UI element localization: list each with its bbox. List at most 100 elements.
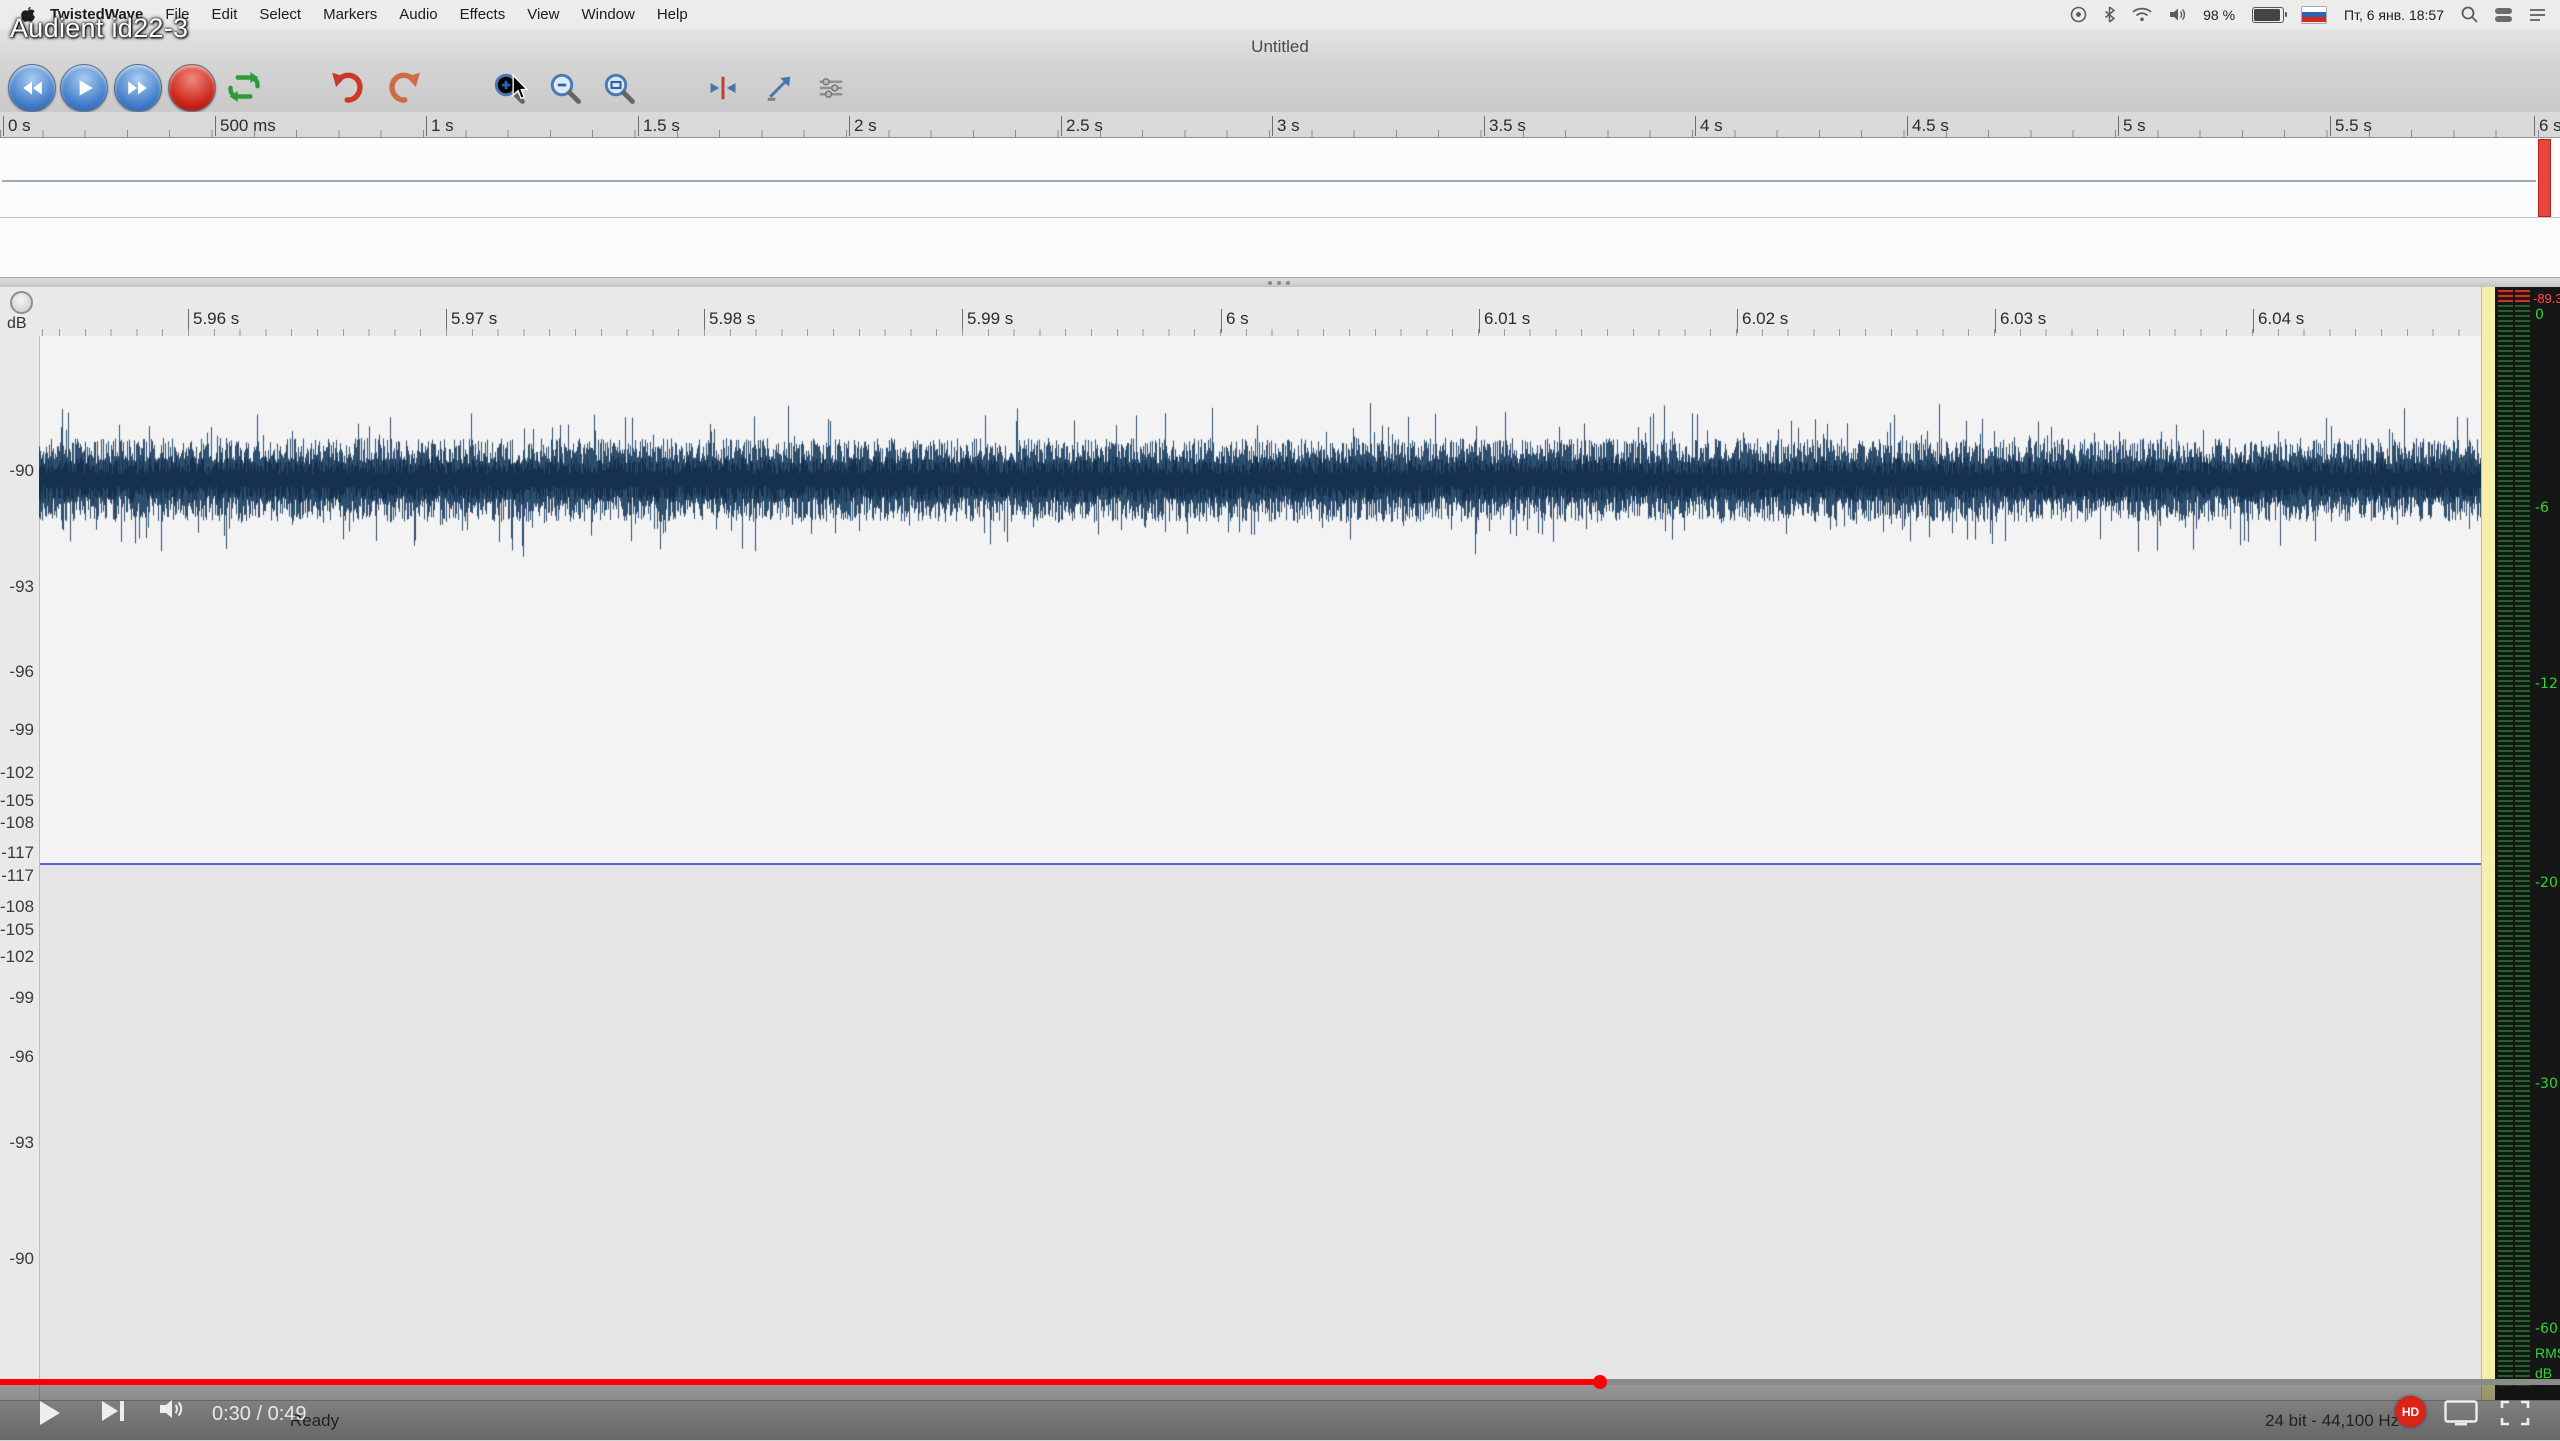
meter-mode-label[interactable]: RMS xyxy=(2535,1345,2560,1361)
meter-peak-zone xyxy=(2515,290,2530,302)
ruler-tick-label: 5.98 s xyxy=(704,309,755,333)
ruler-tick-label: 6.01 s xyxy=(1479,309,1530,333)
menu-item-window[interactable]: Window xyxy=(570,6,645,23)
wifi-icon[interactable] xyxy=(2132,7,2152,22)
zoom-out-button[interactable] xyxy=(543,66,587,110)
ruler-tick-label: 4 s xyxy=(1695,116,1723,136)
menu-item-view[interactable]: View xyxy=(516,6,570,23)
rewind-button[interactable] xyxy=(8,64,56,112)
vertical-zoom-button[interactable] xyxy=(704,69,742,107)
selection-cursor-strip[interactable] xyxy=(2481,287,2496,1400)
video-play-button[interactable] xyxy=(40,1401,60,1425)
record-button[interactable] xyxy=(168,64,216,112)
fast-forward-button[interactable] xyxy=(114,64,162,112)
ruler-tick-label: 500 ms xyxy=(215,116,276,136)
db-scale-label: -117 xyxy=(0,843,34,863)
meter-scale-label: -30 xyxy=(2535,1076,2558,1092)
db-scale-label: -93 xyxy=(0,577,34,597)
db-scale-label: -102 xyxy=(0,763,34,783)
rewind-icon xyxy=(19,75,45,101)
display-settings-button[interactable] xyxy=(812,69,850,107)
control-center-icon[interactable] xyxy=(2495,8,2512,22)
db-scale-label: -90 xyxy=(0,1249,34,1269)
overview-waveform-strip[interactable] xyxy=(0,138,2560,278)
ruler-tick-label: 6.02 s xyxy=(1737,309,1788,333)
window-title: Untitled xyxy=(1251,37,1309,57)
meter-scale-label: 0 xyxy=(2535,307,2544,323)
db-scale-label: -99 xyxy=(0,988,34,1008)
menu-item-audio[interactable]: Audio xyxy=(388,6,448,23)
zoom-out-icon xyxy=(547,70,583,106)
ruler-tick-label: 5 s xyxy=(2118,116,2146,136)
splitter-handle-dots xyxy=(1268,281,1272,285)
meter-peak-zone xyxy=(2498,290,2513,302)
bluetooth-icon[interactable] xyxy=(2104,6,2115,23)
overview-waveform-line xyxy=(2,180,2536,182)
redo-button[interactable] xyxy=(382,65,426,109)
db-scale-label: -108 xyxy=(0,813,34,833)
level-meter: -89.3 0-6-12-20-30-60 RMS dB xyxy=(2495,287,2560,1400)
video-volume-icon[interactable] xyxy=(158,1397,188,1421)
video-next-button[interactable] xyxy=(102,1401,118,1421)
db-scale-label: -96 xyxy=(0,1047,34,1067)
meter-peak-readout: -89.3 xyxy=(2533,291,2560,306)
db-scale-gutter: -90-93-96-99-102-105-108-117-117-108-105… xyxy=(0,287,37,1400)
db-scale-label: -96 xyxy=(0,662,34,682)
video-current-time: 0:30 xyxy=(212,1403,251,1425)
waveform-center-line xyxy=(40,863,2482,865)
ruler-tick-label: 1 s xyxy=(426,116,454,136)
battery-icon xyxy=(2252,7,2284,23)
screen-share-icon[interactable] xyxy=(2444,1400,2478,1426)
toolbar: +0 dB 00'06"04800'00"000 ! xyxy=(0,62,2560,112)
ruler-tick-label: 5.99 s xyxy=(962,309,1013,333)
screen-mirroring-icon[interactable] xyxy=(2070,6,2087,23)
menu-item-select[interactable]: Select xyxy=(248,6,312,23)
ruler-tick-label: 4.5 s xyxy=(1907,116,1949,136)
undo-button[interactable] xyxy=(326,65,370,109)
ruler-tick-label: 6.04 s xyxy=(2253,309,2304,333)
meter-scale-label: -12 xyxy=(2535,676,2558,692)
ruler-tick-label: 0 s xyxy=(3,116,31,136)
overview-timeline-ruler[interactable]: 0 s500 ms1 s1.5 s2 s2.5 s3 s3.5 s4 s4.5 … xyxy=(0,112,2560,138)
menu-bar-status: 98 % Пт, 6 янв. 18:57 xyxy=(2070,6,2560,24)
main-timeline-ruler[interactable]: 5.96 s5.97 s5.98 s5.99 s6 s6.01 s6.02 s6… xyxy=(39,307,2481,337)
meter-scale-label: -60 xyxy=(2535,1321,2558,1337)
macos-menu-bar: TwistedWaveFileEditSelectMarkersAudioEff… xyxy=(0,0,2560,30)
ruler-tick-label: 2.5 s xyxy=(1061,116,1103,136)
video-quality-badge[interactable]: HD xyxy=(2395,1396,2426,1427)
video-progress-played xyxy=(0,1379,1600,1385)
display-settings-icon xyxy=(816,73,846,103)
menu-item-effects[interactable]: Effects xyxy=(449,6,517,23)
overview-channel-divider xyxy=(0,217,2560,218)
play-button[interactable] xyxy=(60,64,108,112)
menu-item-help[interactable]: Help xyxy=(646,6,699,23)
play-icon xyxy=(71,75,97,101)
ruler-tick-label: 5.5 s xyxy=(2330,116,2372,136)
ruler-tick-label: 2 s xyxy=(849,116,877,136)
db-scale-label: -105 xyxy=(0,920,34,940)
video-progress-bar[interactable] xyxy=(0,1379,2560,1385)
ruler-tick-label: 5.96 s xyxy=(188,309,239,333)
menu-item-edit[interactable]: Edit xyxy=(201,6,249,23)
menu-datetime[interactable]: Пт, 6 янв. 18:57 xyxy=(2344,7,2444,23)
ruler-tick-label: 6 s xyxy=(2534,116,2560,136)
waveform-noise[interactable] xyxy=(39,350,2481,610)
ruler-tick-label: 6.03 s xyxy=(1995,309,2046,333)
overview-view-indicator[interactable] xyxy=(2538,139,2551,217)
db-scale-label: -105 xyxy=(0,791,34,811)
ruler-tick-label: 3.5 s xyxy=(1484,116,1526,136)
russian-flag-icon[interactable] xyxy=(2301,6,2327,24)
fit-selection-button[interactable] xyxy=(760,69,798,107)
zoom-fit-button[interactable] xyxy=(597,66,641,110)
notification-center-icon[interactable] xyxy=(2529,8,2546,22)
menu-item-markers[interactable]: Markers xyxy=(312,6,388,23)
spotlight-icon[interactable] xyxy=(2461,6,2478,23)
ruler-tick-label: 5.97 s xyxy=(446,309,497,333)
db-scale-label: -90 xyxy=(0,461,34,481)
meter-scale-label: -6 xyxy=(2535,500,2549,516)
loop-button[interactable] xyxy=(222,65,266,109)
fullscreen-icon[interactable] xyxy=(2500,1400,2530,1426)
volume-icon[interactable] xyxy=(2169,7,2186,22)
video-time-separator: / xyxy=(251,1403,268,1425)
video-scrubber[interactable] xyxy=(1593,1375,1607,1389)
